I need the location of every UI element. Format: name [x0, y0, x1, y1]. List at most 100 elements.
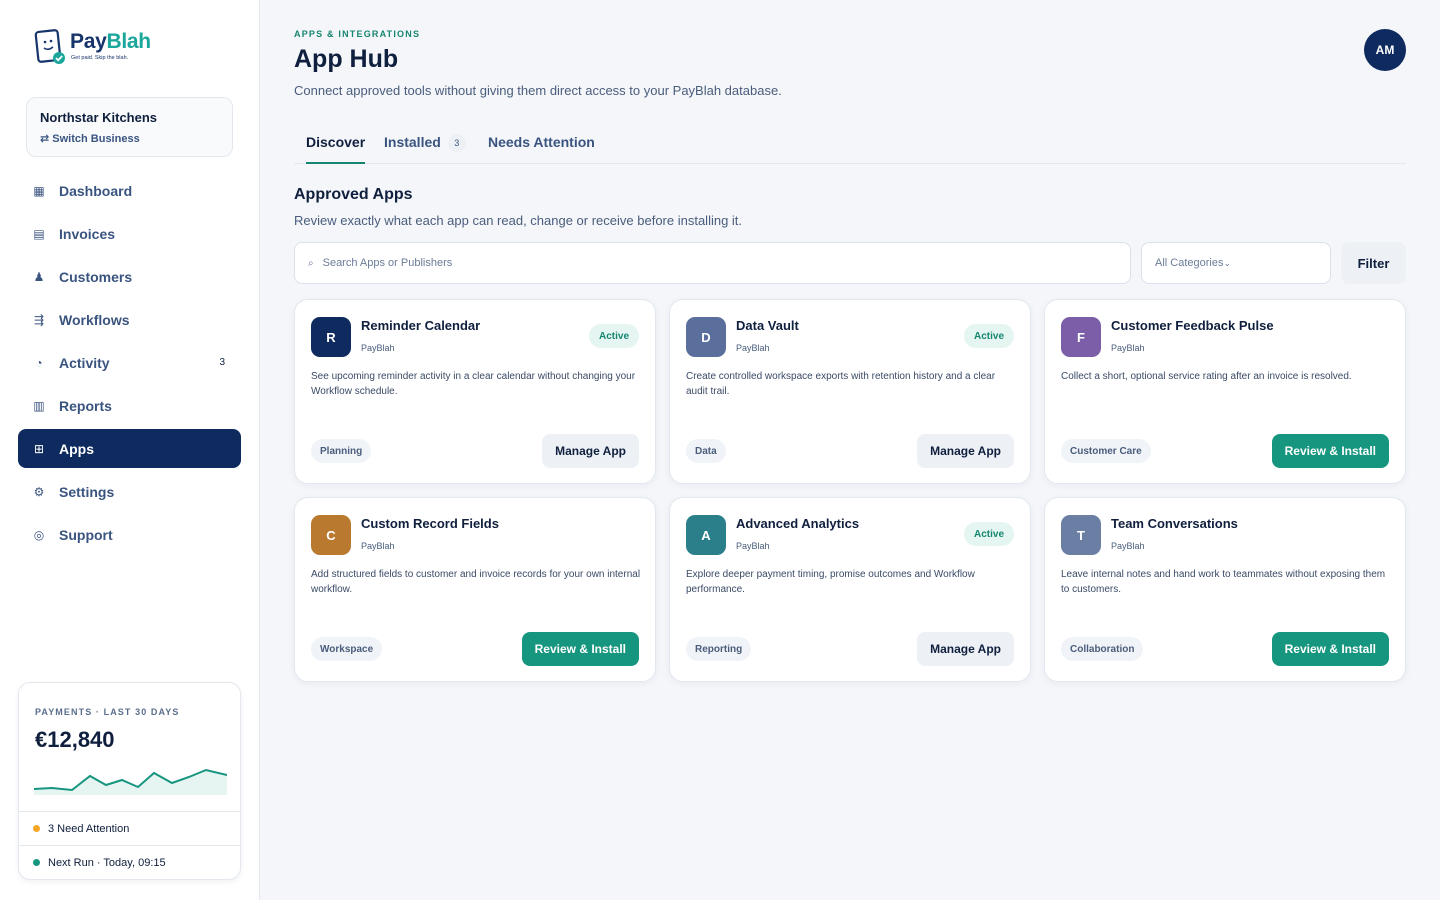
- payblah-logo[interactable]: PayBlah Get paid. Skip the blah.: [34, 26, 164, 70]
- app-card[interactable]: A Advanced Analytics PayBlah Active Explore …: [669, 497, 1031, 682]
- tab-needs-attention[interactable]: Needs Attention: [488, 134, 595, 164]
- next-run-status[interactable]: Next Run · Today, 09:15: [19, 845, 240, 879]
- sidebar-item-reports[interactable]: ▥ Reports: [18, 386, 241, 425]
- grid-icon: ▦: [33, 183, 45, 198]
- activity-count-badge: 3: [219, 357, 225, 368]
- chevron-down-icon: ⌄: [1223, 257, 1232, 268]
- bar-chart-icon: ▥: [33, 398, 45, 413]
- app-letter-icon: D: [686, 317, 726, 357]
- user-avatar[interactable]: AM: [1364, 29, 1406, 71]
- app-description: Leave internal notes and hand work to te…: [1061, 569, 1386, 595]
- sidebar-item-label: Dashboard: [59, 182, 133, 199]
- search-box: ⌕: [294, 242, 1131, 284]
- gear-icon: ⚙: [33, 484, 45, 499]
- category-select[interactable]: All Categories ⌄: [1141, 242, 1331, 284]
- app-card[interactable]: R Reminder Calendar PayBlah Active See upcom…: [294, 299, 656, 484]
- page-eyebrow: APPS & INTEGRATIONS: [294, 29, 421, 39]
- app-name: Customer Feedback Pulse: [1111, 318, 1274, 333]
- sidebar-item-customers[interactable]: ♟ Customers: [18, 257, 241, 296]
- business-switcher[interactable]: Northstar Kitchens ⇄ Switch Business: [26, 97, 233, 157]
- manage-app-button[interactable]: Manage App: [542, 434, 639, 468]
- app-card[interactable]: T Team Conversations PayBlah Leave internal…: [1044, 497, 1406, 682]
- app-name: Advanced Analytics: [736, 516, 860, 531]
- sidebar-item-label: Settings: [59, 483, 115, 500]
- search-input[interactable]: [322, 257, 1103, 269]
- sidebar-nav: ▦ Dashboard ▤ Invoices ♟ Customers ⇶ Workflows ◔…: [18, 171, 241, 558]
- app-letter-icon: R: [311, 317, 351, 357]
- app-name: Custom Record Fields: [361, 516, 499, 531]
- sidebar-item-activity[interactable]: ◔ Activity 3: [18, 343, 241, 382]
- payments-heading: PAYMENTS · LAST 30 DAYS: [35, 707, 180, 717]
- app-card[interactable]: F Customer Feedback Pulse PayBlah Collect a…: [1044, 299, 1406, 484]
- tab-bar: Discover Installed 3 Needs Attention: [294, 122, 1406, 164]
- next-run-dot-icon: [33, 859, 40, 866]
- payments-amount: €12,840: [35, 727, 115, 752]
- app-publisher: PayBlah: [1111, 343, 1145, 353]
- app-name: Reminder Calendar: [361, 318, 481, 333]
- app-publisher: PayBlah: [1111, 541, 1145, 551]
- attention-dot-icon: [33, 825, 40, 832]
- category-tag: Data: [686, 439, 726, 463]
- sidebar-item-dashboard[interactable]: ▦ Dashboard: [18, 171, 241, 210]
- filter-button[interactable]: Filter: [1341, 242, 1406, 284]
- invoice-icon: ▤: [33, 226, 45, 241]
- app-card[interactable]: D Data Vault PayBlah Active Create controlle…: [669, 299, 1031, 484]
- manage-app-button[interactable]: Manage App: [917, 434, 1014, 468]
- app-name: Data Vault: [736, 318, 799, 333]
- installed-count-badge: 3: [447, 134, 466, 152]
- business-name: Northstar Kitchens: [40, 110, 158, 125]
- attention-label: 3 Need Attention: [48, 822, 130, 835]
- tab-label: Discover: [306, 134, 366, 150]
- search-icon: ⌕: [308, 257, 314, 269]
- status-badge: Active: [588, 324, 639, 348]
- payments-sparkline: [34, 768, 227, 795]
- next-run-label: Next Run · Today, 09:15: [48, 856, 166, 869]
- support-icon: ◎: [33, 527, 45, 542]
- sidebar-item-label: Reports: [59, 397, 112, 414]
- review-install-button[interactable]: Review & Install: [1271, 632, 1389, 666]
- attention-status[interactable]: 3 Need Attention: [19, 811, 240, 845]
- app-letter-icon: T: [1061, 515, 1101, 555]
- sidebar-item-invoices[interactable]: ▤ Invoices: [18, 214, 241, 253]
- tab-discover[interactable]: Discover: [306, 134, 366, 164]
- category-select-value: All Categories: [1155, 257, 1224, 269]
- app-description: See upcoming reminder activity in a clea…: [311, 371, 636, 397]
- sidebar-item-workflows[interactable]: ⇶ Workflows: [18, 300, 241, 339]
- app-name: Team Conversations: [1111, 516, 1238, 531]
- sidebar-item-label: Activity: [59, 354, 110, 371]
- logo-tagline: Get paid. Skip the blah.: [71, 55, 129, 61]
- review-install-button[interactable]: Review & Install: [1271, 434, 1389, 468]
- app-letter-icon: A: [686, 515, 726, 555]
- app-letter-icon: F: [1061, 317, 1101, 357]
- app-description: Explore deeper payment timing, promise o…: [686, 569, 975, 595]
- sidebar-item-support[interactable]: ◎ Support: [18, 515, 241, 554]
- switch-business-link[interactable]: ⇄ Switch Business: [40, 132, 219, 145]
- category-tag: Customer Care: [1061, 439, 1151, 463]
- payments-summary-card: PAYMENTS · LAST 30 DAYS €12,840 3 Need A…: [18, 682, 241, 880]
- tab-installed[interactable]: Installed 3: [384, 134, 466, 164]
- sidebar-item-apps[interactable]: ⊞ Apps: [18, 429, 241, 468]
- status-badge: Active: [963, 324, 1014, 348]
- app-publisher: PayBlah: [736, 541, 770, 551]
- sidebar-item-settings[interactable]: ⚙ Settings: [18, 472, 241, 511]
- page-subtitle: Connect approved tools without giving th…: [294, 83, 782, 98]
- section-subtitle: Review exactly what each app can read, c…: [294, 213, 743, 228]
- section-title: Approved Apps: [294, 186, 413, 203]
- main-content: APPS & INTEGRATIONS App Hub Connect appr…: [260, 0, 1440, 900]
- sidebar-item-label: Support: [59, 526, 113, 543]
- workflow-icon: ⇶: [33, 312, 45, 327]
- review-install-button[interactable]: Review & Install: [521, 632, 639, 666]
- app-letter-icon: C: [311, 515, 351, 555]
- clock-icon: ◔: [35, 355, 43, 370]
- manage-app-button[interactable]: Manage App: [917, 632, 1014, 666]
- category-tag: Reporting: [686, 637, 752, 661]
- logo-mark-icon: [34, 29, 65, 64]
- app-description: Create controlled workspace exports with…: [686, 371, 996, 397]
- category-tag: Collaboration: [1061, 637, 1144, 661]
- app-publisher: PayBlah: [361, 541, 395, 551]
- app-publisher: PayBlah: [736, 343, 770, 353]
- tab-label: Needs Attention: [488, 134, 595, 150]
- logo-wordmark: PayBlah: [70, 30, 151, 53]
- app-card[interactable]: C Custom Record Fields PayBlah Add structur…: [294, 497, 656, 682]
- sidebar-item-label: Customers: [59, 268, 133, 285]
